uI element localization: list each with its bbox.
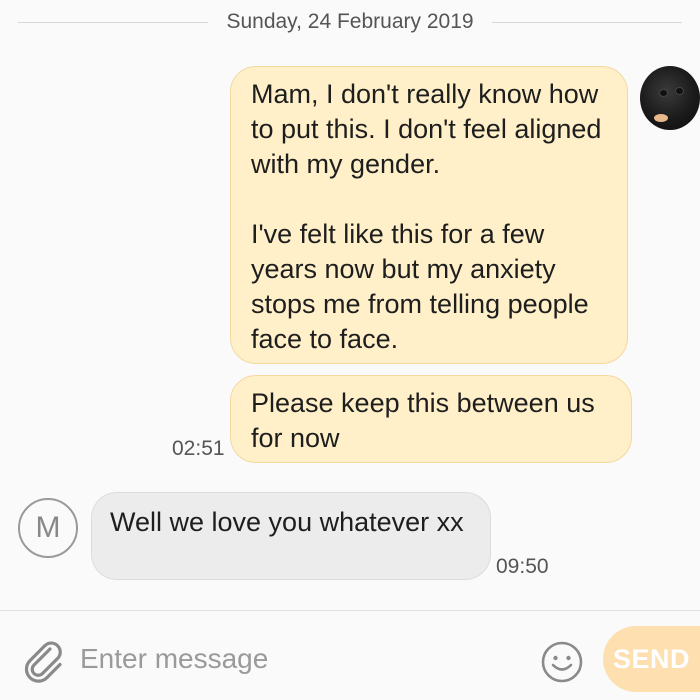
avatar-detail [660, 90, 667, 96]
send-button[interactable]: SEND [603, 626, 700, 692]
sent-message-bubble[interactable]: Mam, I don't really know how to put this… [230, 66, 628, 364]
message-composer [0, 610, 700, 700]
contact-avatar[interactable]: M [18, 498, 78, 558]
emoji-icon[interactable] [540, 640, 584, 684]
paperclip-icon[interactable] [20, 637, 68, 685]
avatar-detail [676, 88, 683, 94]
avatar-detail [654, 114, 668, 122]
messages-screen: Sunday, 24 February 2019 Mam, I don't re… [0, 0, 700, 700]
message-input[interactable] [80, 637, 520, 681]
message-timestamp: 02:51 [172, 437, 225, 460]
date-divider: Sunday, 24 February 2019 [0, 6, 700, 38]
received-message-bubble[interactable]: Well we love you whatever xx [91, 492, 491, 580]
contact-initial: M [35, 511, 61, 544]
date-label: Sunday, 24 February 2019 [226, 10, 474, 33]
divider-line [18, 21, 209, 23]
sent-message-bubble[interactable]: Please keep this between us for now [230, 375, 632, 463]
user-avatar[interactable] [640, 66, 700, 130]
divider-line [491, 21, 683, 23]
message-timestamp: 09:50 [496, 555, 549, 578]
